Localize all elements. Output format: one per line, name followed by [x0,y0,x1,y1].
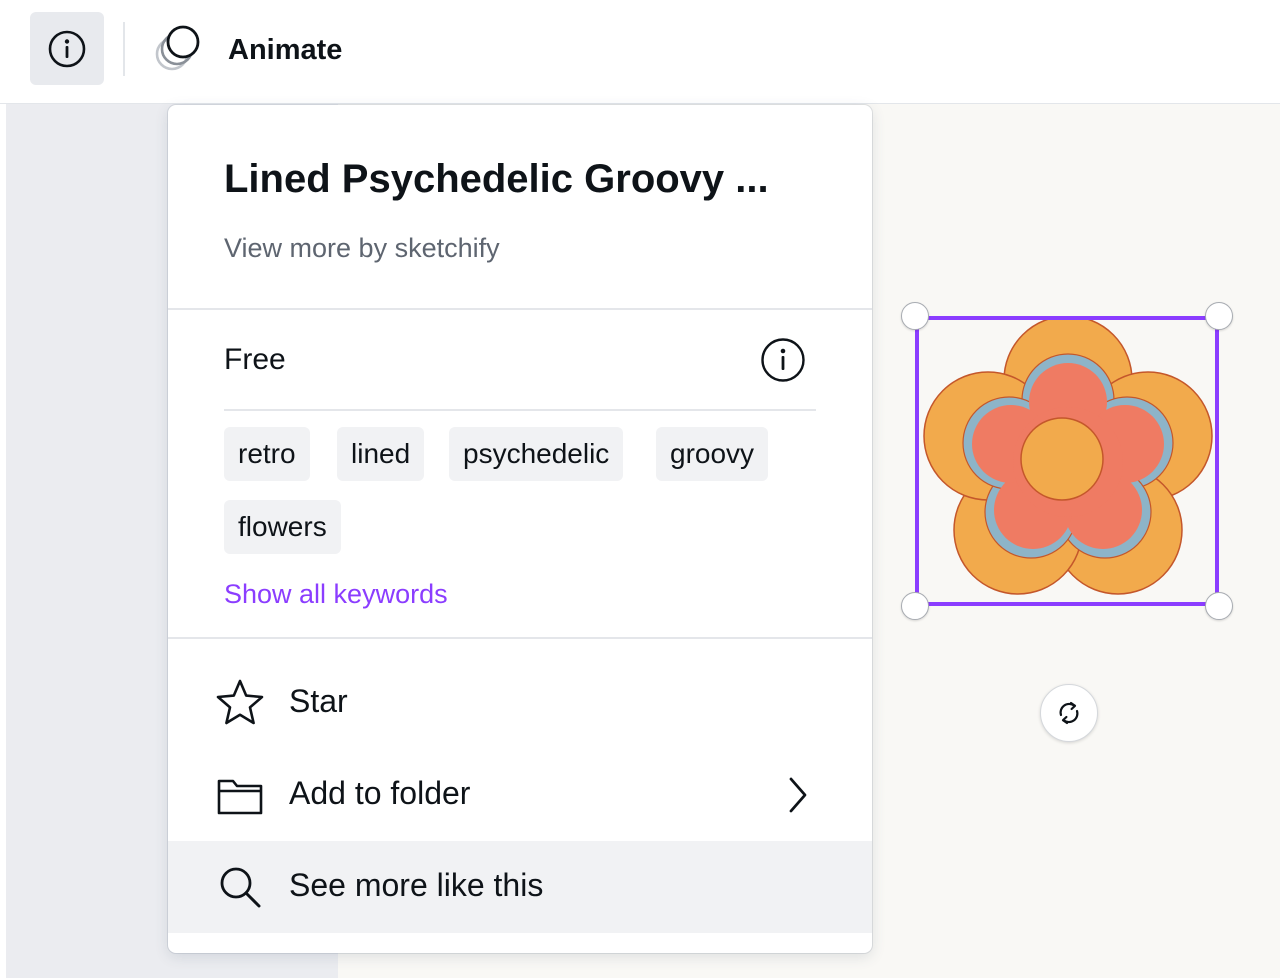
element-title: Lined Psychedelic Groovy ... [224,157,769,201]
resize-handle-top-left[interactable] [901,302,929,330]
folder-icon [214,769,266,821]
star-icon [214,677,266,729]
see-more-like-this-menu-item[interactable]: See more like this [168,841,872,933]
view-more-by-creator-link[interactable]: View more by sketchify [224,233,500,264]
info-icon [761,338,805,382]
resize-handle-top-right[interactable] [1205,302,1233,330]
add-to-folder-menu-item[interactable]: Add to folder [168,749,872,841]
selection-box [915,316,1219,606]
info-button[interactable] [30,12,104,85]
animate-label: Animate [228,33,343,66]
toolbar-divider [123,22,125,76]
rotate-button[interactable] [1040,684,1098,742]
animate-button[interactable]: Animate [150,18,342,82]
keyword-tag[interactable]: lined [337,427,425,481]
search-icon [214,861,266,913]
star-menu-item[interactable]: Star [168,657,872,749]
rotate-icon [1059,701,1079,725]
info-icon [48,30,86,67]
resize-handle-bottom-left[interactable] [901,592,929,620]
resize-handle-bottom-right[interactable] [1205,592,1233,620]
keyword-tag[interactable]: groovy [656,427,769,481]
license-price-label: Free [224,343,286,376]
see-more-like-this-label: See more like this [289,867,544,903]
star-label: Star [289,683,348,719]
keyword-tag[interactable]: flowers [224,500,341,554]
keyword-tag[interactable]: psychedelic [449,427,624,481]
animate-icon [155,25,200,71]
top-toolbar: Animate [0,0,1280,104]
license-info-button[interactable] [760,337,806,383]
keyword-tag[interactable]: retro [224,427,310,481]
section-divider [168,308,872,310]
show-all-keywords-link[interactable]: Show all keywords [224,579,448,610]
add-to-folder-label: Add to folder [289,775,471,811]
element-info-panel: Lined Psychedelic Groovy ... View more b… [168,105,872,953]
section-divider [224,409,816,411]
section-divider [168,637,872,639]
chevron-right-icon [780,773,816,817]
